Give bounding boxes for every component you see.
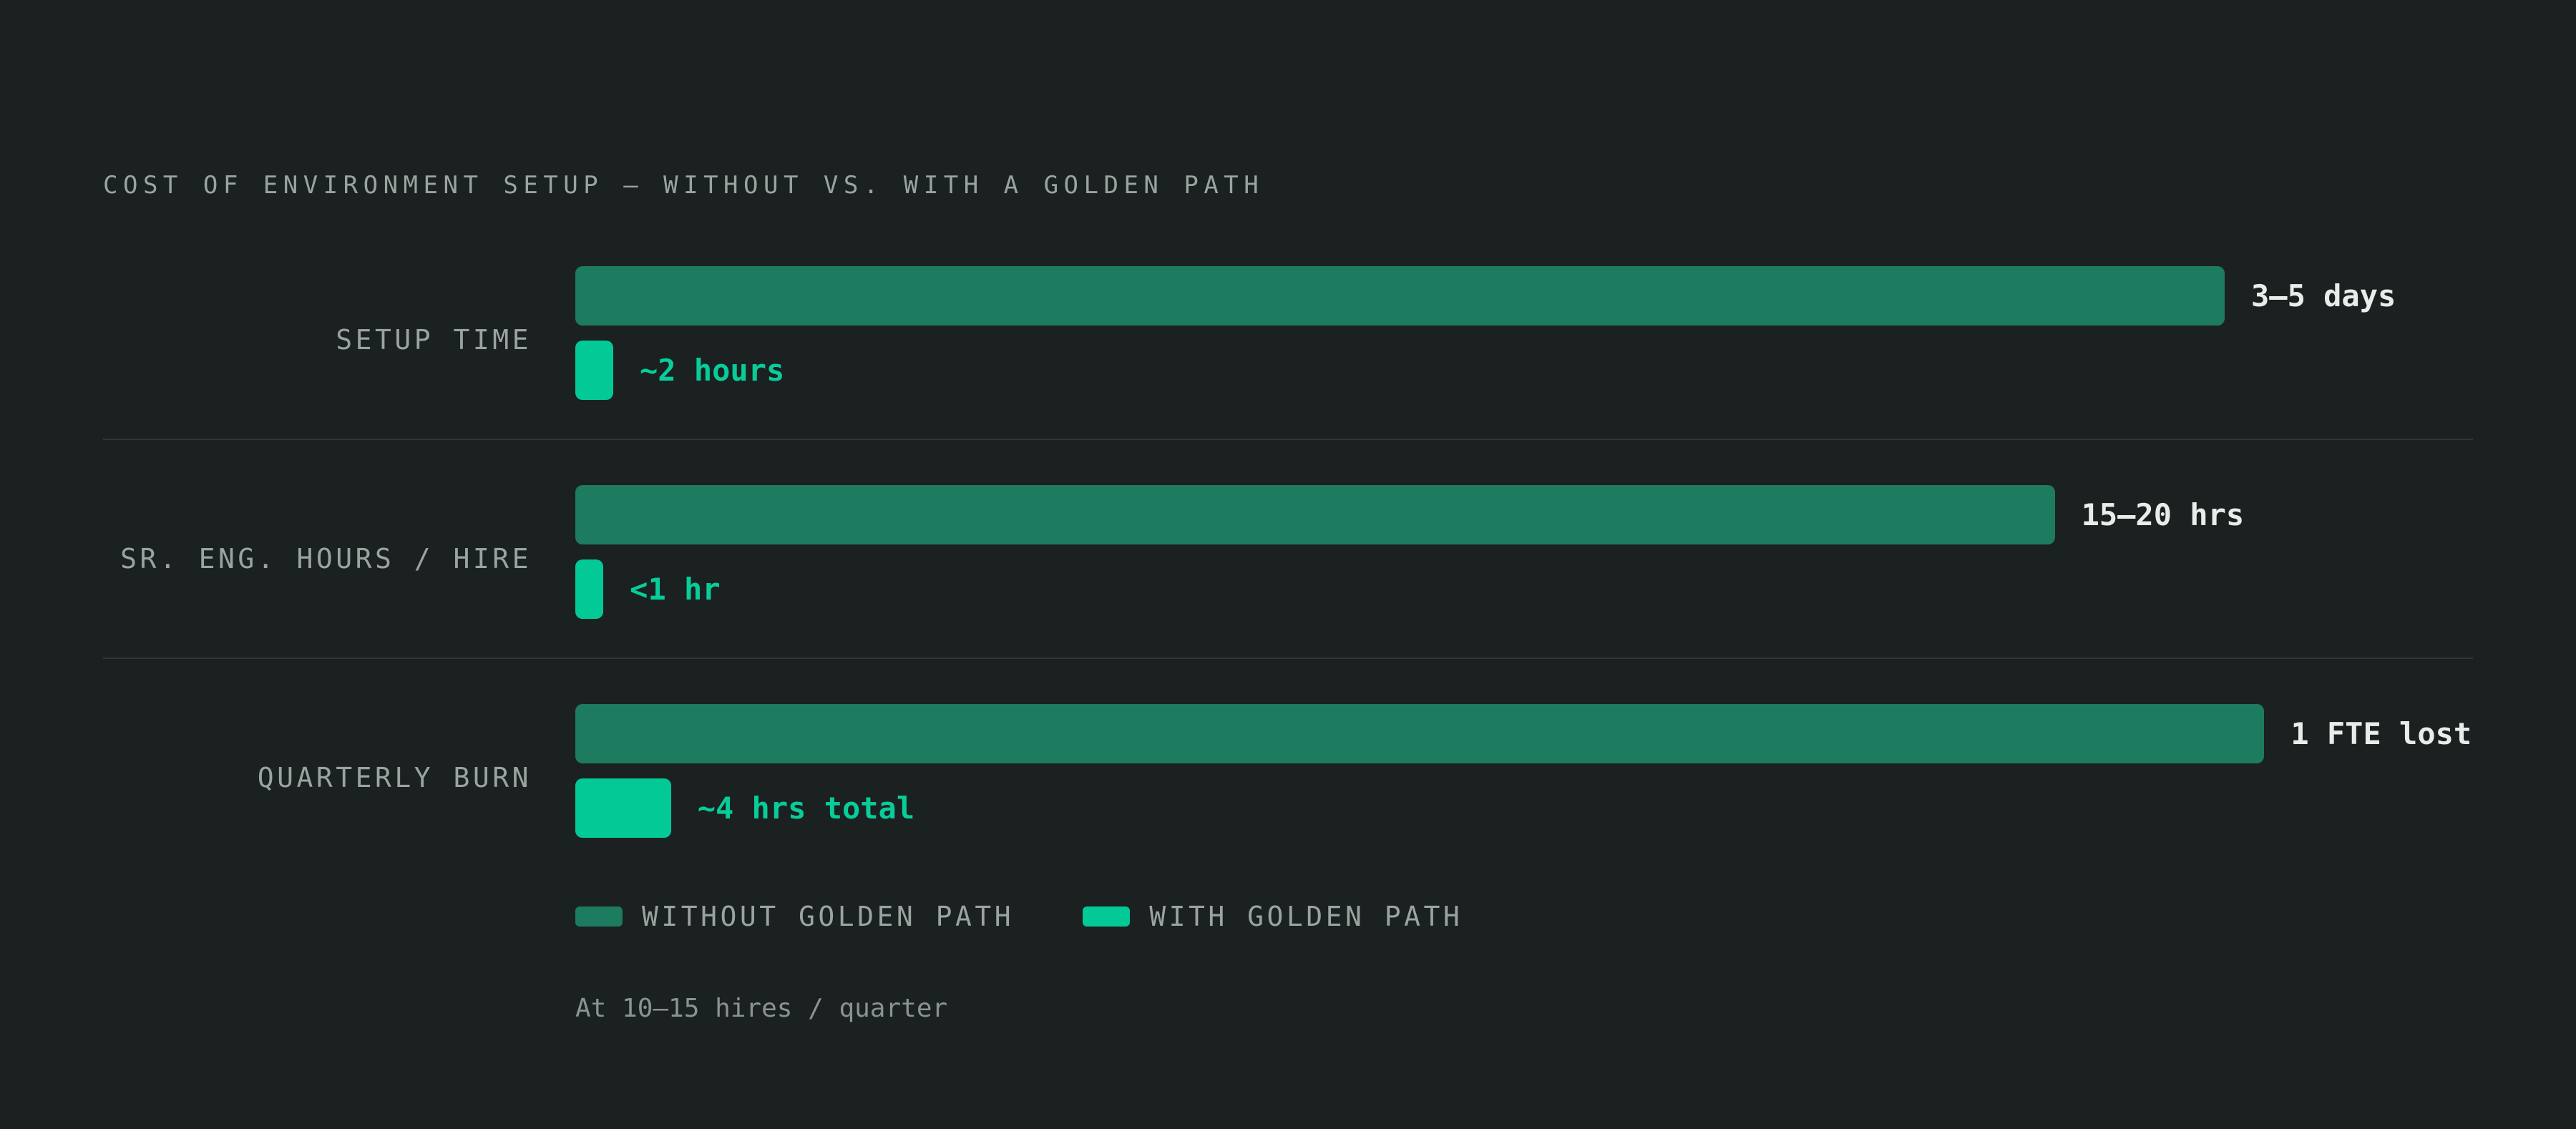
legend-swatch-0	[575, 906, 623, 927]
bar-without-2	[575, 704, 2265, 763]
chart: COST OF ENVIRONMENT SETUP — WITHOUT VS. …	[0, 0, 2576, 1129]
legend: WITHOUT GOLDEN PATH WITH GOLDEN PATH	[575, 901, 1531, 932]
legend-item-1: WITH GOLDEN PATH	[1083, 901, 1463, 932]
bar-with-1	[575, 559, 604, 619]
value-label-with-0: ~2 hours	[640, 353, 785, 388]
legend-item-0: WITHOUT GOLDEN PATH	[575, 901, 1014, 932]
legend-label-0: WITHOUT GOLDEN PATH	[642, 901, 1015, 932]
bar-with-0	[575, 341, 613, 400]
group-label-0: SETUP TIME	[336, 324, 532, 356]
legend-label-1: WITH GOLDEN PATH	[1149, 901, 1463, 932]
bar-without-1	[575, 485, 2055, 544]
footnote: At 10–15 hires / quarter	[575, 994, 948, 1023]
value-label-without-1: 15–20 hrs	[2081, 497, 2245, 532]
bar-without-0	[575, 266, 2225, 326]
value-label-with-2: ~4 hrs total	[697, 791, 915, 826]
value-label-without-2: 1 FTE lost	[2290, 716, 2472, 751]
legend-swatch-1	[1083, 906, 1131, 927]
row-divider	[103, 439, 2473, 440]
value-label-with-1: <1 hr	[630, 572, 721, 607]
row-divider	[103, 658, 2473, 659]
chart-title: COST OF ENVIRONMENT SETUP — WITHOUT VS. …	[103, 171, 1264, 200]
group-label-2: QUARTERLY BURN	[257, 762, 532, 793]
value-label-without-0: 3–5 days	[2251, 278, 2396, 313]
group-label-1: SR. ENG. HOURS / HIRE	[120, 543, 532, 575]
bar-with-2	[575, 778, 671, 838]
